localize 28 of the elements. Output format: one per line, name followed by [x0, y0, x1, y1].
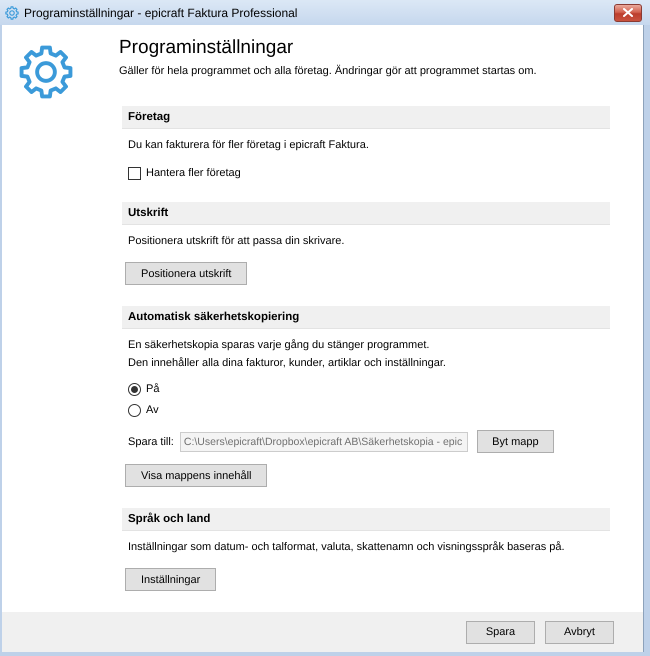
- dialog-button[interactable]: Avbryt: [545, 620, 614, 644]
- section-button[interactable]: Inställningar: [125, 568, 216, 591]
- section-button[interactable]: Positionera utskrift: [125, 262, 248, 285]
- radio-label[interactable]: Av: [146, 403, 159, 418]
- section-description: Du kan fakturera för fler företag i epicraft Faktura.: [128, 138, 369, 153]
- section-header: Utskrift: [122, 202, 610, 225]
- checkbox[interactable]: [128, 167, 141, 180]
- page-subtitle: Gäller för hela programmet och alla företag. Ändringar gör att programmet startas om.: [119, 64, 537, 79]
- section-description: Den innehåller alla dina fakturor, kunder, artiklar och inställningar.: [128, 356, 446, 371]
- close-icon: [623, 8, 633, 17]
- close-button[interactable]: [614, 4, 642, 22]
- radio-button[interactable]: [128, 383, 141, 396]
- section-header: Språk och land: [122, 508, 610, 531]
- field-label: Spara till:: [128, 436, 174, 448]
- section-description: En säkerhetskopia sparas varje gång du stänger programmet.: [128, 338, 430, 353]
- radio-label[interactable]: På: [146, 382, 160, 397]
- window-title: Programinställningar - epicraft Faktura Professional: [24, 6, 298, 20]
- checkbox-label[interactable]: Hantera fler företag: [146, 166, 241, 181]
- section-header: Företag: [122, 106, 610, 129]
- settings-icon: [18, 44, 74, 100]
- page-title: Programinställningar: [119, 36, 294, 60]
- section-description: Inställningar som datum- och talformat, valuta, skattenamn och visningsspråk baseras på.: [128, 540, 565, 555]
- section-description: Positionera utskrift för att passa din skrivare.: [128, 234, 344, 249]
- section-header: Automatisk säkerhetskopiering: [122, 306, 610, 329]
- settings-icon: [5, 6, 19, 20]
- section-button[interactable]: Visa mappens innehåll: [125, 464, 268, 487]
- dialog-button[interactable]: Spara: [466, 620, 535, 644]
- radio-button[interactable]: [128, 404, 141, 417]
